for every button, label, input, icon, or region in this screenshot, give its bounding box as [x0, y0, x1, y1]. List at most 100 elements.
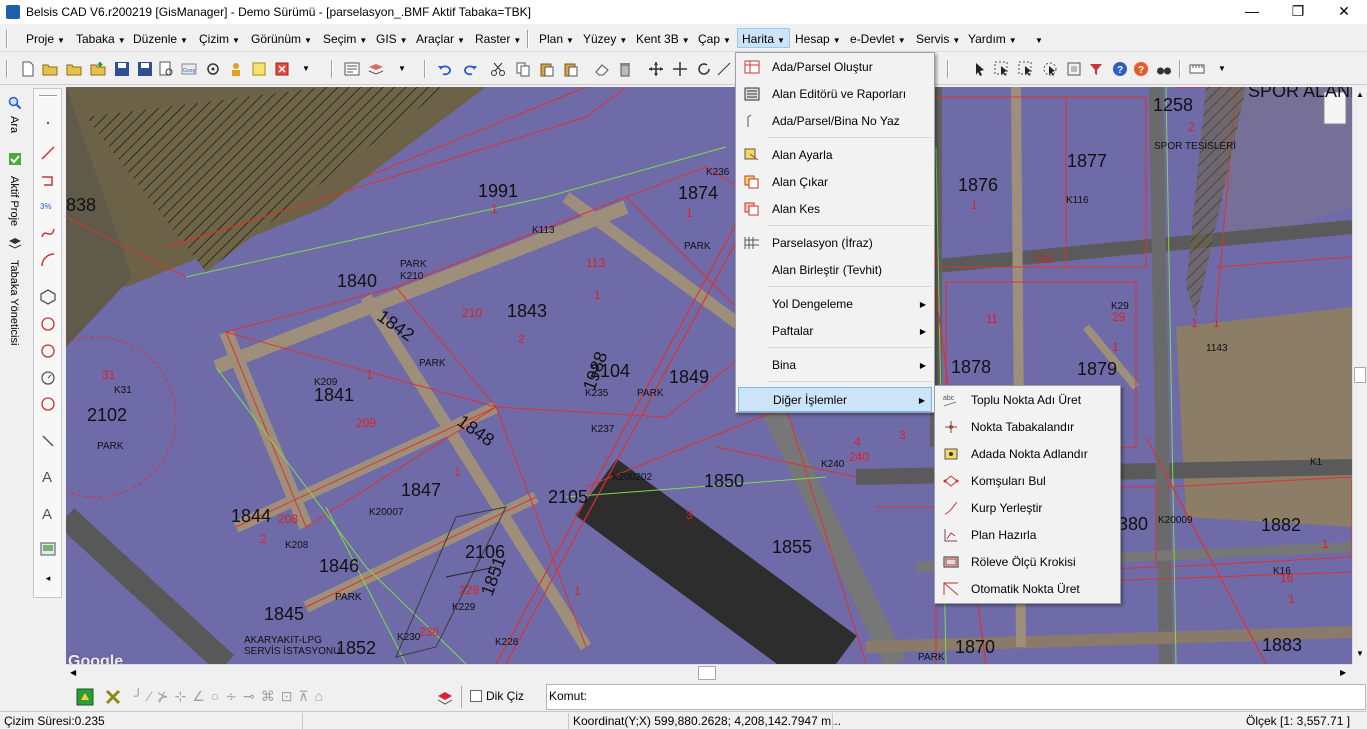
menu-item-plan-hazirla[interactable]: Plan Hazırla: [937, 523, 1118, 548]
menu-item-yol-dengeleme[interactable]: Yol Dengeleme ▶: [738, 292, 932, 317]
polygon-tool-icon[interactable]: [40, 289, 56, 305]
horizontal-scroll-thumb[interactable]: [698, 666, 716, 680]
menu-gis[interactable]: GIS ▼: [372, 29, 412, 49]
command-input[interactable]: Komut:: [546, 684, 1366, 710]
menu-cizim[interactable]: Çizim ▼: [195, 29, 244, 49]
user-locate-icon[interactable]: [228, 61, 244, 77]
menu-servis[interactable]: Servis ▼: [912, 29, 964, 49]
menu-plan[interactable]: Plan ▼: [535, 29, 578, 49]
menu-araclar[interactable]: Araçlar ▼: [412, 29, 469, 49]
layer-color-icon[interactable]: [436, 688, 454, 706]
menu-cap[interactable]: Çap ▼: [694, 29, 735, 49]
vertical-scrollbar[interactable]: ▲ ▼: [1352, 87, 1367, 664]
circle-text-tool-icon[interactable]: [40, 396, 56, 412]
menu-item-alan-cikar[interactable]: Alan Çıkar: [738, 170, 932, 195]
menu-item-adada-nokta[interactable]: Adada Nokta Adlandır: [937, 442, 1118, 467]
menu-item-no-yaz[interactable]: Ada/Parsel/Bina No Yaz: [738, 109, 932, 134]
select-window-icon[interactable]: [994, 61, 1010, 77]
snap-off-icon[interactable]: [104, 688, 122, 706]
select-polygon-icon[interactable]: [1066, 61, 1082, 77]
cut-icon[interactable]: [490, 61, 506, 77]
paste-special-icon[interactable]: [563, 61, 579, 77]
tab-layer-manager[interactable]: Tabaka Yöneticisi: [8, 260, 20, 345]
select-filter-icon[interactable]: [1088, 61, 1104, 77]
line-tool-icon[interactable]: [40, 145, 56, 161]
circle-center-tool-icon[interactable]: [40, 370, 56, 386]
layer-yellow-icon[interactable]: [251, 61, 267, 77]
scroll-right-icon[interactable]: ▶: [1340, 668, 1346, 677]
menu-item-otomatik-nokta[interactable]: Otomatik Nokta Üret: [937, 577, 1118, 602]
move-icon[interactable]: [648, 61, 664, 77]
menu-item-komsulari-bul[interactable]: Komşuları Bul: [937, 469, 1118, 494]
dik-ciz-checkbox[interactable]: [470, 690, 482, 702]
menu-hesap[interactable]: Hesap ▼: [791, 29, 845, 49]
menu-secim[interactable]: Seçim ▼: [319, 29, 371, 49]
menu-item-alan-ayarla[interactable]: Alan Ayarla: [738, 143, 932, 168]
vertical-scroll-thumb[interactable]: [1354, 367, 1366, 383]
rotate-icon[interactable]: [696, 61, 712, 77]
delete-trash-icon[interactable]: [617, 61, 633, 77]
scroll-up-icon[interactable]: ▲: [1356, 90, 1364, 99]
maximize-button[interactable]: ❐: [1275, 0, 1321, 24]
menu-item-paftalar[interactable]: Paftalar ▶: [738, 319, 932, 344]
menu-item-nokta-tabakalandir[interactable]: Nokta Tabakalandır: [937, 415, 1118, 440]
arc-tool-icon[interactable]: [40, 252, 56, 268]
menu-gorunum[interactable]: Görünüm ▼: [247, 29, 316, 49]
menu-item-bina[interactable]: Bina ▶: [738, 353, 932, 378]
menu-item-ada-parsel-olustur[interactable]: Ada/Parsel Oluştur: [738, 55, 932, 80]
scroll-down-icon[interactable]: ▼: [1356, 649, 1364, 658]
paste-icon[interactable]: [539, 61, 555, 77]
toolbar-dropdown-icon[interactable]: ▼: [1218, 61, 1234, 77]
tab-active-project[interactable]: Aktif Proje: [8, 176, 20, 226]
menu-duzenle[interactable]: Düzenle ▼: [129, 29, 192, 49]
coordinate-tool-icon[interactable]: 3%: [40, 199, 56, 215]
map-canvas[interactable]: 1991 1 1874 1 PARK K236 1876 1 1877 K116 1258 2 SPOR…: [66, 87, 1352, 664]
open-recent-icon[interactable]: [66, 61, 82, 77]
snap-settings-icon[interactable]: [76, 688, 94, 706]
layers-stack-icon[interactable]: [368, 61, 384, 77]
menu-item-alan-editoru[interactable]: Alan Editörü ve Raporları: [738, 82, 932, 107]
scale-icon[interactable]: [716, 61, 732, 77]
undo-icon[interactable]: [437, 61, 453, 77]
ruler-icon[interactable]: [1189, 61, 1205, 77]
close-button[interactable]: ✕: [1321, 0, 1367, 24]
copy-move-icon[interactable]: [672, 61, 688, 77]
layout-icon[interactable]: [344, 61, 360, 77]
point-tool-icon[interactable]: [40, 115, 56, 131]
save-icon[interactable]: [114, 61, 130, 77]
copy-icon[interactable]: [515, 61, 531, 77]
menu-edevlet[interactable]: e-Devlet ▼: [846, 29, 910, 49]
target-gps-icon[interactable]: [205, 61, 221, 77]
print-preview-icon[interactable]: [158, 61, 174, 77]
horizontal-scrollbar[interactable]: ◀ ▶: [66, 664, 1352, 682]
menu-item-roleve-olcu[interactable]: Röleve Ölçü Krokisi: [937, 550, 1118, 575]
menu-yuzey[interactable]: Yüzey ▼: [579, 29, 631, 49]
image-insert-icon[interactable]: [40, 541, 56, 557]
select-circle-icon[interactable]: [1042, 61, 1058, 77]
menu-proje[interactable]: Proje ▼: [22, 29, 69, 49]
scroll-left-icon[interactable]: ◀: [70, 668, 76, 677]
snap-mode-icons[interactable]: ╯⁄⊁⊹∠○∻⊸⌘⊡⊼⌂: [134, 688, 394, 706]
circle-tool-icon[interactable]: [40, 316, 56, 332]
add-folder-icon[interactable]: [90, 61, 106, 77]
menu-harita[interactable]: Harita ▼: [737, 28, 790, 48]
new-file-icon[interactable]: [20, 61, 36, 77]
text-tool-icon[interactable]: A: [40, 468, 56, 484]
text-edit-tool-icon[interactable]: A: [40, 505, 56, 521]
google-map-icon[interactable]: Goog: [181, 61, 197, 77]
menu-tabaka[interactable]: Tabaka ▼: [72, 29, 130, 49]
eraser-icon[interactable]: [594, 61, 610, 77]
menu-item-kurp-yerlestir[interactable]: Kurp Yerleştir: [937, 496, 1118, 521]
menu-item-parselasyon[interactable]: Parselasyon (İfraz): [738, 231, 932, 256]
menu-raster[interactable]: Raster ▼: [471, 29, 525, 49]
menu-item-alan-birlestir[interactable]: Alan Birleştir (Tevhit): [738, 258, 932, 283]
pick-tool-icon[interactable]: [40, 433, 56, 449]
menu-item-diger-islemler[interactable]: Diğer İşlemler ▶: [738, 387, 932, 412]
open-folder-icon[interactable]: [42, 61, 58, 77]
help-icon[interactable]: ?: [1112, 61, 1128, 77]
select-arrow-icon[interactable]: [972, 61, 988, 77]
select-cross-icon[interactable]: [1018, 61, 1034, 77]
tab-search[interactable]: Ara: [8, 116, 20, 133]
spline-tool-icon[interactable]: [40, 225, 56, 241]
polyline-tool-icon[interactable]: [40, 173, 56, 189]
